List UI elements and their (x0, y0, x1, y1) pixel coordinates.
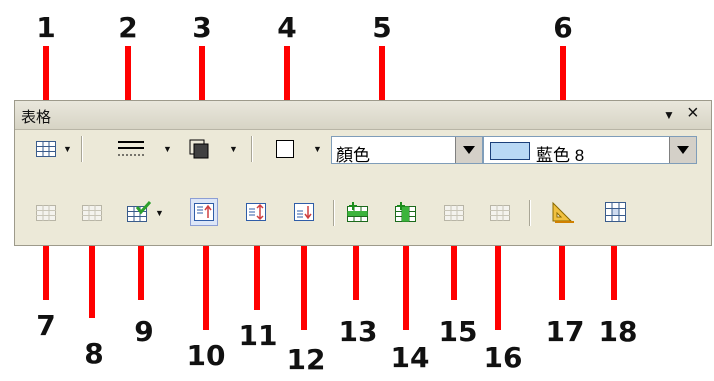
toolbar-titlebar[interactable]: 表格 ▼ × (15, 101, 711, 130)
table-toolbar: 表格 ▼ × ▼ ▼ ▼ ▼ 顏色 藍色 8 ▼ (14, 100, 712, 246)
toolbar-row-2: ▼ (15, 197, 711, 231)
table-grid-icon[interactable] (33, 137, 59, 161)
callout-1: 1 (36, 11, 56, 44)
area-style-value: 顏色 (336, 146, 370, 165)
dropdown-triangle-icon[interactable]: ▼ (663, 108, 675, 122)
callout-6: 6 (553, 11, 573, 44)
toolbar-title: 表格 (21, 109, 52, 126)
separator (81, 136, 83, 162)
callout-8: 8 (84, 337, 104, 370)
toolbar-row-1: ▼ ▼ ▼ ▼ 顏色 藍色 8 (15, 133, 711, 167)
fill-color-value: 藍色 8 (536, 146, 585, 165)
chevron-down-icon[interactable]: ▼ (163, 144, 172, 154)
callout-15: 15 (438, 315, 478, 348)
split-cells-icon[interactable] (79, 201, 105, 225)
combo-arrow-icon[interactable] (455, 137, 482, 163)
center-vertically-icon[interactable] (243, 199, 269, 225)
fill-color-select[interactable]: 藍色 8 (483, 136, 697, 165)
separator (333, 200, 335, 226)
sum-icon[interactable] (603, 199, 629, 225)
callout-11: 11 (238, 319, 278, 352)
callout-3: 3 (192, 11, 212, 44)
chevron-down-icon[interactable]: ▼ (63, 144, 72, 154)
borders-icon[interactable] (273, 137, 297, 161)
separator (251, 136, 253, 162)
insert-column-icon[interactable] (393, 199, 419, 225)
callout-9: 9 (134, 315, 154, 348)
align-top-icon[interactable] (190, 198, 218, 226)
callout-10: 10 (186, 339, 226, 372)
table-properties-icon[interactable] (549, 199, 577, 225)
delete-column-icon[interactable] (487, 201, 513, 225)
callout-13: 13 (338, 315, 378, 348)
border-color-icon[interactable] (187, 137, 211, 161)
callout-5: 5 (372, 11, 392, 44)
combo-arrow-icon[interactable] (669, 137, 696, 163)
merge-cells-icon[interactable] (33, 201, 59, 225)
delete-row-icon[interactable] (441, 201, 467, 225)
callout-2: 2 (118, 11, 138, 44)
callout-17: 17 (545, 315, 585, 348)
chevron-down-icon[interactable]: ▼ (313, 144, 322, 154)
callout-7: 7 (36, 309, 56, 342)
color-swatch (490, 142, 530, 160)
chevron-down-icon[interactable]: ▼ (229, 144, 238, 154)
area-style-select[interactable]: 顏色 (331, 136, 483, 165)
callout-12: 12 (286, 343, 326, 376)
separator (529, 200, 531, 226)
callout-14: 14 (390, 341, 430, 374)
chevron-down-icon[interactable]: ▼ (155, 208, 164, 218)
align-bottom-icon[interactable] (291, 199, 317, 225)
callout-18: 18 (598, 315, 638, 348)
autoformat-icon[interactable] (125, 199, 153, 225)
close-icon[interactable]: × (687, 102, 699, 125)
insert-row-icon[interactable] (345, 199, 371, 225)
callout-16: 16 (483, 341, 523, 374)
line-style-icon[interactable] (117, 137, 145, 161)
callout-4: 4 (277, 11, 297, 44)
